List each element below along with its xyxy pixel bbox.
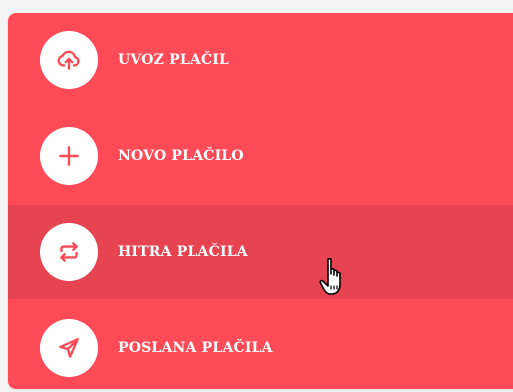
repeat-arrows-icon bbox=[40, 223, 98, 281]
menu-item-novo-placilo[interactable]: NOVO PLAČILO bbox=[8, 109, 513, 203]
menu-item-label: POSLANA PLAČILA bbox=[118, 340, 273, 356]
payments-menu-panel: UVOZ PLAČIL NOVO PLAČILO HITRA PLAČILA P… bbox=[8, 13, 513, 389]
plus-icon bbox=[40, 127, 98, 185]
menu-item-uvoz-placil[interactable]: UVOZ PLAČIL bbox=[8, 13, 513, 107]
menu-item-label: NOVO PLAČILO bbox=[118, 148, 244, 164]
menu-item-poslana-placila[interactable]: POSLANA PLAČILA bbox=[8, 301, 513, 389]
send-icon bbox=[40, 319, 98, 377]
menu-item-hitra-placila[interactable]: HITRA PLAČILA bbox=[8, 205, 513, 299]
menu-item-label: UVOZ PLAČIL bbox=[118, 52, 230, 68]
cloud-upload-icon bbox=[40, 31, 98, 89]
menu-item-label: HITRA PLAČILA bbox=[118, 244, 248, 260]
